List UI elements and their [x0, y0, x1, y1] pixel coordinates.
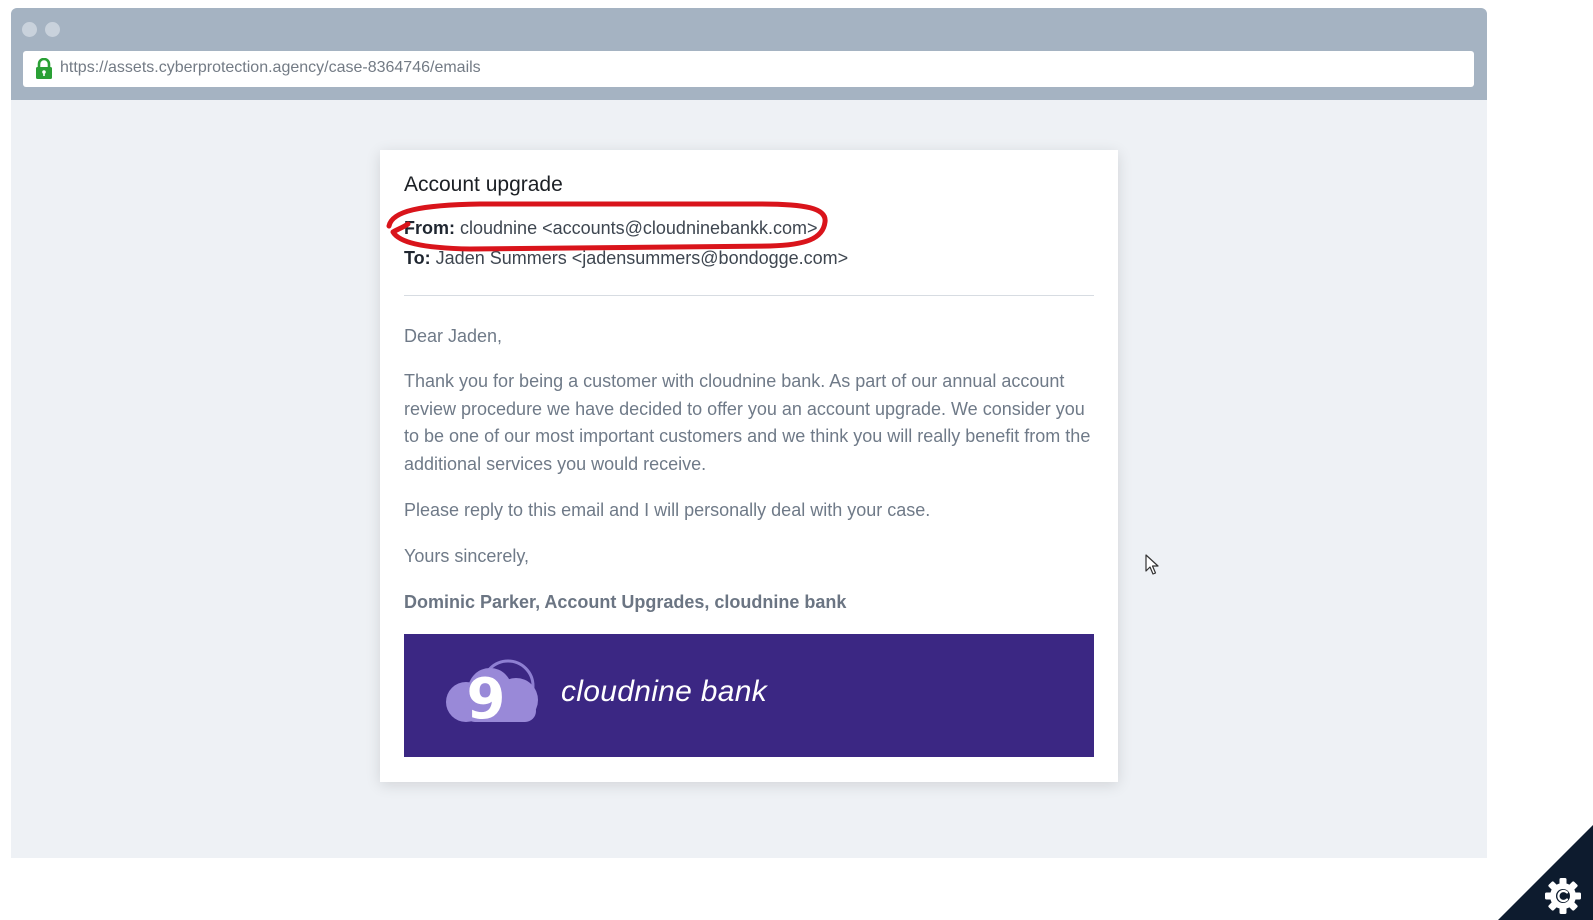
- url-text[interactable]: https://assets.cyberprotection.agency/ca…: [60, 59, 481, 77]
- to-value: Jaden Summers <jadensummers@bondogge.com…: [435, 248, 849, 268]
- email-greeting: Dear Jaden,: [404, 326, 503, 346]
- logo-digit: 9: [467, 667, 506, 728]
- lock-icon: [36, 58, 52, 79]
- email-subject: Account upgrade: [404, 173, 563, 196]
- browser-window: https://assets.cyberprotection.agency/ca…: [11, 8, 1487, 858]
- email-closing: Yours sincerely,: [404, 546, 530, 566]
- from-value: cloudnine <accounts@cloudninebankk.com>: [460, 218, 818, 238]
- browser-chrome: https://assets.cyberprotection.agency/ca…: [11, 8, 1487, 100]
- mouse-cursor-icon: [1145, 554, 1159, 575]
- gear-icon[interactable]: [1545, 878, 1581, 914]
- email-to: To: Jaden Summers <jadensummers@bondogge…: [404, 248, 848, 269]
- bank-banner: 9 cloudnine bank: [404, 634, 1094, 757]
- address-bar[interactable]: https://assets.cyberprotection.agency/ca…: [23, 51, 1474, 87]
- email-from: From: cloudnine <accounts@cloudninebankk…: [404, 218, 818, 239]
- cloud-logo-icon: 9: [446, 659, 538, 728]
- email-signature: Dominic Parker, Account Upgrades, cloudn…: [404, 592, 847, 612]
- window-dot-close[interactable]: [22, 22, 37, 37]
- email-reply-line: Please reply to this email and I will pe…: [404, 500, 931, 520]
- email-card: Account upgrade From: cloudnine <account…: [380, 150, 1118, 782]
- from-label: From:: [404, 218, 455, 238]
- settings-corner[interactable]: [1498, 825, 1593, 920]
- email-body: Thank you for being a customer with clou…: [404, 371, 1091, 474]
- header-divider: [404, 295, 1094, 296]
- bank-name: cloudnine bank: [561, 675, 768, 708]
- window-dot-minimize[interactable]: [45, 22, 60, 37]
- to-label: To:: [404, 248, 431, 268]
